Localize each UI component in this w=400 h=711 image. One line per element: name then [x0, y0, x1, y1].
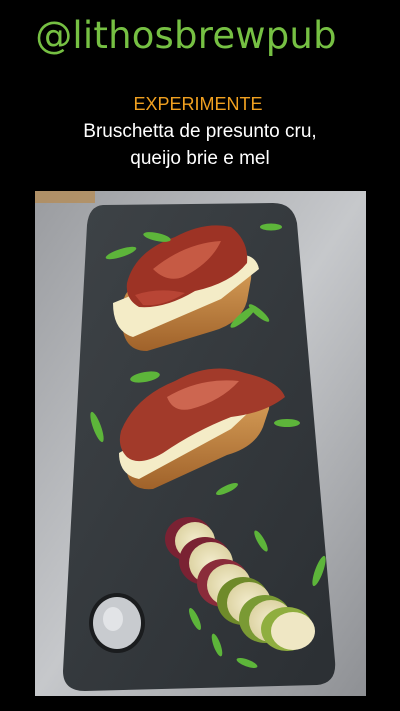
dish-description-line1: Bruschetta de presunto cru,	[83, 121, 317, 142]
slate-hole	[89, 593, 145, 653]
food-photo	[35, 191, 366, 696]
dish-description-line2: queijo brie e mel	[130, 148, 270, 169]
dish-description: Bruschetta de presunto cru, queijo brie …	[0, 118, 400, 172]
promo-label: EXPERIMENTE	[133, 94, 263, 114]
instagram-handle: @lithosbrewpub	[35, 14, 337, 57]
